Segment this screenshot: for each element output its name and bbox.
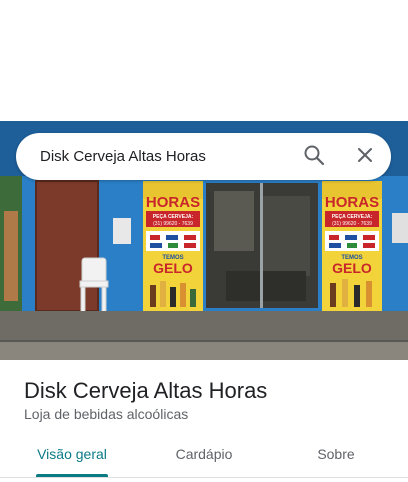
right-sign-gelo: GELO [332,260,372,276]
left-sign-call-label: PEÇA CERVEJA: [153,214,194,220]
close-button[interactable] [351,143,379,171]
search-icon [303,144,325,171]
left-sign-headline: HORAS [146,194,200,211]
search-button[interactable] [300,143,328,171]
right-sign-phone: (31) 99620 - 7639 [332,221,372,227]
tabs-divider [0,477,408,478]
place-title: Disk Cerveja Altas Horas [24,378,268,403]
close-icon [356,146,374,169]
tab-menu[interactable]: Cardápio [156,436,252,474]
search-input[interactable]: Disk Cerveja Altas Horas [40,133,206,180]
tab-about[interactable]: Sobre [288,436,384,474]
left-sign-gelo: GELO [153,260,193,276]
place-tabs: Visão geral Cardápio Sobre [0,436,408,478]
tab-overview[interactable]: Visão geral [24,436,120,474]
place-category: Loja de bebidas alcoólicas [24,406,189,422]
top-blank-area [0,0,408,121]
search-bar[interactable]: Disk Cerveja Altas Horas [16,133,391,180]
right-sign-headline: HORAS [325,194,379,211]
right-sign-call-label: PEÇA CERVEJA: [332,214,373,220]
left-sign-phone: (31) 99620 - 7639 [153,221,193,227]
